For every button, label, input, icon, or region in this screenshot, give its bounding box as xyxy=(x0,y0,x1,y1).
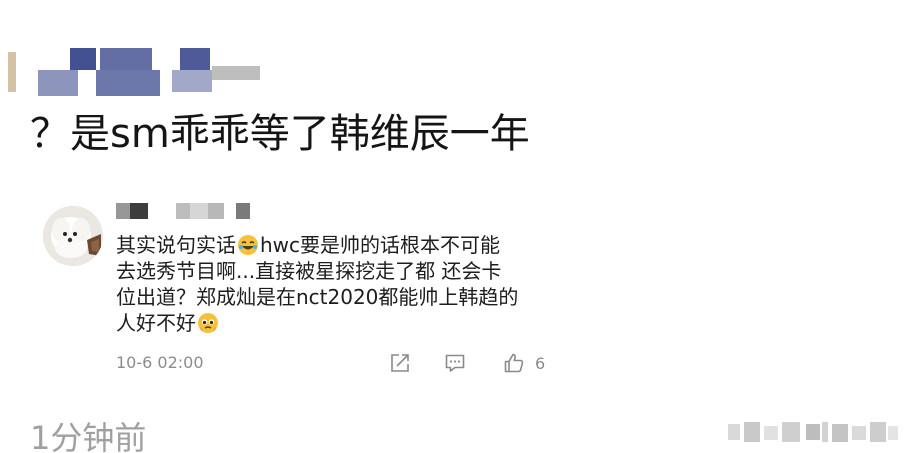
comment-line: 其实说句实话 hwc要是帅的话根本不可能 xyxy=(116,232,576,258)
share-icon xyxy=(391,354,409,372)
censor-pixel xyxy=(190,203,208,219)
censor-pixel xyxy=(8,52,16,92)
comment-line: 去选秀节目啊...直接被星探挖走了都 还会卡 xyxy=(116,259,502,283)
comment-timestamp: 10-6 02:00 xyxy=(116,353,204,372)
watermark xyxy=(722,420,902,444)
censor-pixel xyxy=(180,48,210,70)
comment-text-segment: hwc要是帅的话根本不可能 xyxy=(260,233,501,257)
censor-pixel xyxy=(176,203,190,219)
post-timestamp: 1分钟前 xyxy=(30,419,147,453)
comment-text-segment: 人好不好 xyxy=(116,311,196,335)
post-title: ？是sm乖乖等了韩维辰一年 xyxy=(30,111,530,157)
censor-pixel xyxy=(70,48,96,70)
censor-pixel xyxy=(100,48,152,70)
redacted-username xyxy=(0,40,270,110)
comment-icon xyxy=(445,354,465,372)
avatar-image xyxy=(43,206,103,266)
rofl-emoji xyxy=(237,234,259,256)
censor-pixel xyxy=(212,66,260,80)
censor-pixel xyxy=(96,70,160,96)
pleading-emoji xyxy=(197,312,219,334)
comment-line: 人好不好 xyxy=(116,310,576,336)
thumbs-up-icon xyxy=(504,353,524,373)
censor-pixel xyxy=(236,203,250,219)
like-button[interactable]: 6 xyxy=(503,350,545,376)
comment-text-segment: 其实说句实话 xyxy=(116,233,236,257)
comment-body: 其实说句实话 hwc要是帅的话根本不可能 去选秀节目啊...直接被星探挖走了都 还… xyxy=(116,232,576,336)
censor-pixel xyxy=(172,70,212,92)
share-button[interactable] xyxy=(389,350,411,376)
redacted-commenter-name xyxy=(116,203,256,221)
censor-pixel xyxy=(208,203,224,219)
censor-pixel xyxy=(116,203,130,219)
commenter-avatar[interactable] xyxy=(43,206,103,266)
censor-pixel xyxy=(38,70,78,96)
comment-line: 位出道？郑成灿是在nct2020都能帅上韩趋的 xyxy=(116,285,519,309)
reply-button[interactable] xyxy=(444,350,466,376)
censor-pixel xyxy=(130,203,148,219)
like-count: 6 xyxy=(535,353,546,373)
